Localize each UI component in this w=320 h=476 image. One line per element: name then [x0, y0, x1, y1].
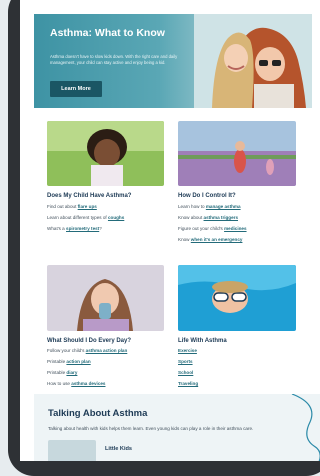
link-traveling[interactable]: Traveling	[178, 381, 198, 386]
little-kids-thumbnail	[48, 440, 96, 461]
link-flare-ups[interactable]: flare ups	[78, 204, 97, 209]
card-line: Learn about different types of coughs	[47, 215, 125, 220]
tablet-screen: Asthma: What to Know Asthma doesn't have…	[20, 0, 320, 461]
link-asthma-action-plan[interactable]: asthma action plan	[86, 348, 128, 353]
card-image-child-swimming	[178, 265, 296, 331]
little-kids-heading[interactable]: Little Kids	[105, 446, 132, 452]
link-manage-asthma[interactable]: manage asthma	[206, 204, 241, 209]
card-image-girl-inhaler	[47, 265, 164, 331]
card-title: What Should I Do Every Day?	[47, 338, 132, 344]
link-coughs[interactable]: coughs	[108, 215, 124, 220]
link-spirometry-test[interactable]: spirometry test	[66, 226, 99, 231]
hero-banner: Asthma: What to Know Asthma doesn't have…	[34, 14, 312, 108]
link-asthma-triggers[interactable]: asthma triggers	[204, 215, 238, 220]
card-title: Life With Asthma	[178, 338, 227, 344]
decorative-swirl-icon	[291, 394, 320, 461]
card-line: Learn how to manage asthma	[178, 204, 241, 209]
link-sports[interactable]: Sports	[178, 359, 193, 364]
card-line: How to use asthma devices	[47, 381, 106, 386]
link-exercise[interactable]: Exercise	[178, 348, 197, 353]
card-title: Does My Child Have Asthma?	[47, 193, 132, 199]
hero-description: Asthma doesn't have to slow kids down. W…	[50, 54, 178, 65]
link-school[interactable]: School	[178, 370, 193, 375]
hero-title: Asthma: What to Know	[50, 27, 165, 39]
link-medicines[interactable]: medicines	[224, 226, 246, 231]
talking-section: Talking About Asthma Talking about healt…	[34, 394, 320, 461]
card-line: Know about asthma triggers	[178, 215, 239, 220]
card-image-family-lavender-field	[178, 121, 296, 186]
card-line: Find out about flare ups	[47, 204, 97, 209]
link-asthma-devices[interactable]: asthma devices	[71, 381, 105, 386]
card-line: Know when it's an emergency	[178, 237, 243, 242]
link-emergency[interactable]: when it's an emergency	[191, 237, 243, 242]
link-action-plan[interactable]: action plan	[66, 359, 90, 364]
learn-more-button[interactable]: Learn More	[50, 81, 102, 97]
section-description: Talking about health with kids helps the…	[48, 426, 254, 431]
link-diary[interactable]: diary	[66, 370, 77, 375]
card-line: What's a spirometry test?	[47, 226, 102, 231]
card-line: Follow your child's asthma action plan	[47, 348, 128, 353]
section-title: Talking About Asthma	[48, 408, 148, 419]
hero-photo-mother-daughter	[194, 14, 312, 108]
card-line: Figure out your child's medicines	[178, 226, 247, 231]
card-line: Printable diary	[47, 370, 78, 375]
card-line: Printable action plan	[47, 359, 91, 364]
card-image-child-smiling	[47, 121, 164, 186]
card-title: How Do I Control It?	[178, 193, 236, 199]
